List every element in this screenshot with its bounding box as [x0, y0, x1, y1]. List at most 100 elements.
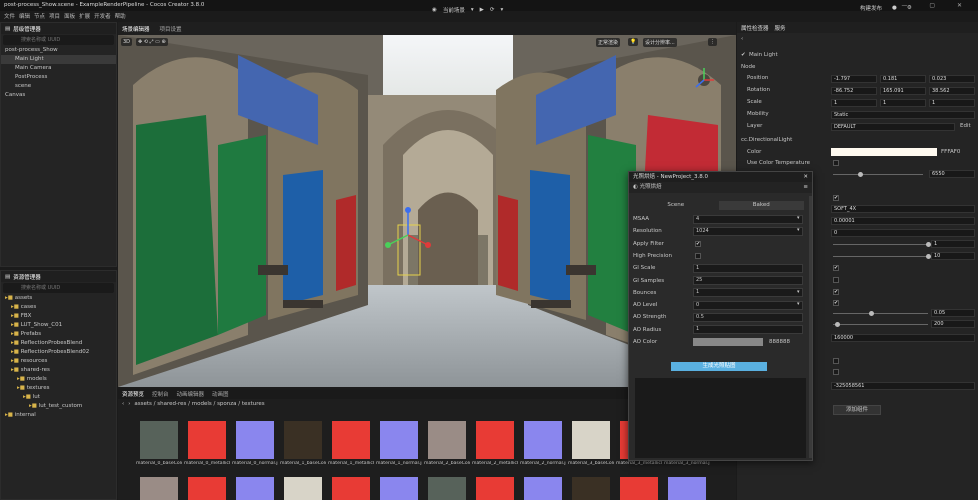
asset-tree-item[interactable]: ▸■ textures: [1, 384, 116, 393]
service-tab[interactable]: 服务: [775, 24, 786, 32]
rotation-y[interactable]: 165.091: [880, 87, 926, 95]
scale-z[interactable]: 1: [929, 99, 975, 107]
more-icon[interactable]: ▾: [500, 7, 503, 13]
close-icon[interactable]: ✕: [803, 172, 808, 182]
chevron-down-icon[interactable]: ▾: [797, 289, 800, 295]
rotation-z[interactable]: 38.562: [929, 87, 975, 95]
color-temp-slider[interactable]: [833, 174, 923, 175]
bottom-tab-1[interactable]: 控制台: [152, 390, 169, 398]
dialog-checkbox[interactable]: [695, 252, 701, 259]
assets-tab[interactable]: ▤ 资源管理器: [1, 271, 116, 282]
node-section-header[interactable]: Node: [741, 63, 755, 72]
layer-select[interactable]: DEFAULT: [831, 123, 955, 131]
menu-item-4[interactable]: 面板: [64, 12, 75, 20]
texture-thumbnail[interactable]: [332, 477, 370, 500]
texture-thumbnail[interactable]: [572, 477, 610, 500]
texture-thumbnail[interactable]: [380, 477, 418, 500]
ao-color-swatch[interactable]: [693, 338, 763, 346]
asset-tree-item[interactable]: ▸■ LUT_Show_C01: [1, 321, 116, 330]
asset-tree-item[interactable]: ▸■ models: [1, 375, 116, 384]
window-controls[interactable]: — ▢ ✕: [901, 2, 972, 9]
ao-color-hex[interactable]: 888888: [769, 337, 790, 347]
bake-button[interactable]: 生成光照贴图: [671, 362, 767, 371]
texture-thumbnail[interactable]: [332, 421, 370, 459]
menu-item-7[interactable]: 帮助: [115, 12, 126, 20]
dialog-select[interactable]: 4: [693, 214, 803, 224]
color-swatch[interactable]: [831, 148, 937, 156]
asset-tree-item[interactable]: ▸■ resources: [1, 357, 116, 366]
dialog-input[interactable]: 1: [693, 263, 803, 273]
mobility-select[interactable]: Static: [831, 111, 975, 119]
hierarchy-node[interactable]: post-process_Show: [1, 46, 116, 55]
texture-thumbnail[interactable]: [476, 477, 514, 500]
texture-thumbnail[interactable]: [284, 421, 322, 459]
asset-tree-item[interactable]: ▸■ assets: [1, 294, 116, 303]
menu-item-1[interactable]: 编辑: [19, 12, 30, 20]
refresh-icon[interactable]: ⟳: [490, 7, 495, 13]
visibility-select[interactable]: -325058561: [831, 382, 975, 390]
slider-4[interactable]: [833, 324, 928, 325]
texture-thumbnail[interactable]: [188, 421, 226, 459]
bottom-tab-2[interactable]: 动画编辑器: [177, 390, 205, 398]
pcf-select[interactable]: SOFT_4X: [831, 205, 975, 213]
gear-icon[interactable]: ⚙: [907, 5, 912, 11]
camera-mode-select[interactable]: 设计分辨率...: [643, 38, 677, 47]
color-hex[interactable]: FFFAF0: [941, 148, 960, 157]
field-160000[interactable]: 160000: [831, 334, 975, 342]
scene-tab-1[interactable]: 项目设置: [160, 25, 182, 33]
texture-thumbnail[interactable]: [476, 421, 514, 459]
asset-tree-item[interactable]: ▸■ ReflectionProbesBlend02: [1, 348, 116, 357]
dialog-input[interactable]: 25: [693, 276, 803, 285]
scale-x[interactable]: 1: [831, 99, 877, 107]
slider-3-knob[interactable]: [868, 311, 874, 316]
dialog-tab[interactable]: 光照烘焙: [640, 184, 662, 190]
bottom-tab-0[interactable]: 资源预览: [122, 390, 144, 398]
light-icon[interactable]: 💡: [628, 38, 639, 46]
texture-thumbnail[interactable]: [620, 477, 658, 500]
menu-item-5[interactable]: 扩展: [79, 12, 90, 20]
dialog-input[interactable]: 1: [693, 325, 803, 335]
chevron-left-icon[interactable]: ‹: [122, 401, 124, 407]
check-e[interactable]: [833, 358, 839, 364]
dialog-select[interactable]: 1: [693, 288, 803, 298]
tab-scene[interactable]: Scene: [633, 201, 719, 210]
hierarchy-node[interactable]: PostProcess: [1, 73, 116, 82]
color-temp-slider-knob[interactable]: [857, 172, 863, 177]
dialog-titlebar[interactable]: 光照烘焙 - NewProject_3.8.0 ✕: [629, 172, 812, 182]
scene-select-icon[interactable]: ◉: [432, 7, 437, 13]
tab-baked[interactable]: Baked: [718, 201, 804, 210]
back-arrow-icon[interactable]: ‹: [741, 35, 743, 44]
chevron-down-icon[interactable]: ▾: [797, 215, 800, 221]
asset-tree-item[interactable]: ▸■ FBX: [1, 312, 116, 321]
more-menu-icon[interactable]: ⋮: [708, 38, 717, 46]
breadcrumb[interactable]: assets / shared-res / models / sponza / …: [134, 401, 264, 407]
position-x[interactable]: -1.797: [831, 75, 877, 83]
asset-tree-item[interactable]: ▸■ shared-res: [1, 366, 116, 375]
hierarchy-node[interactable]: Main Camera: [1, 64, 116, 73]
asset-tree-item[interactable]: ▸■ cases: [1, 303, 116, 312]
check-f[interactable]: [833, 369, 839, 375]
texture-thumbnail[interactable]: [668, 477, 706, 500]
node-name[interactable]: Main Light: [749, 51, 778, 60]
menu-item-2[interactable]: 节点: [34, 12, 45, 20]
menu-item-0[interactable]: 文件: [4, 12, 15, 20]
position-y[interactable]: 0.181: [880, 75, 926, 83]
scale-y[interactable]: 1: [880, 99, 926, 107]
asset-tree-item[interactable]: ▸■ Prefabs: [1, 330, 116, 339]
shadow-enabled-checkbox[interactable]: ✔: [833, 195, 839, 201]
menu-item-6[interactable]: 开发者: [94, 12, 111, 20]
slider-1-knob[interactable]: [925, 242, 931, 247]
hierarchy-node[interactable]: scene: [1, 82, 116, 91]
layer-edit-button[interactable]: Edit: [960, 122, 971, 131]
component-header[interactable]: cc.DirectionalLight: [741, 136, 792, 145]
scene-select-chevron-icon[interactable]: ▾: [471, 7, 474, 13]
user-icon[interactable]: ●: [892, 5, 897, 11]
rotation-x[interactable]: -86.752: [831, 87, 877, 95]
hierarchy-search-input[interactable]: 搜索名称或 UUID: [3, 35, 114, 45]
texture-thumbnail[interactable]: [380, 421, 418, 459]
chevron-right-icon[interactable]: ›: [128, 401, 130, 407]
asset-tree-item[interactable]: ▸■ lut: [1, 393, 116, 402]
check-a[interactable]: ✔: [833, 265, 839, 271]
dialog-select[interactable]: 1024: [693, 226, 803, 236]
texture-thumbnail[interactable]: [428, 421, 466, 459]
